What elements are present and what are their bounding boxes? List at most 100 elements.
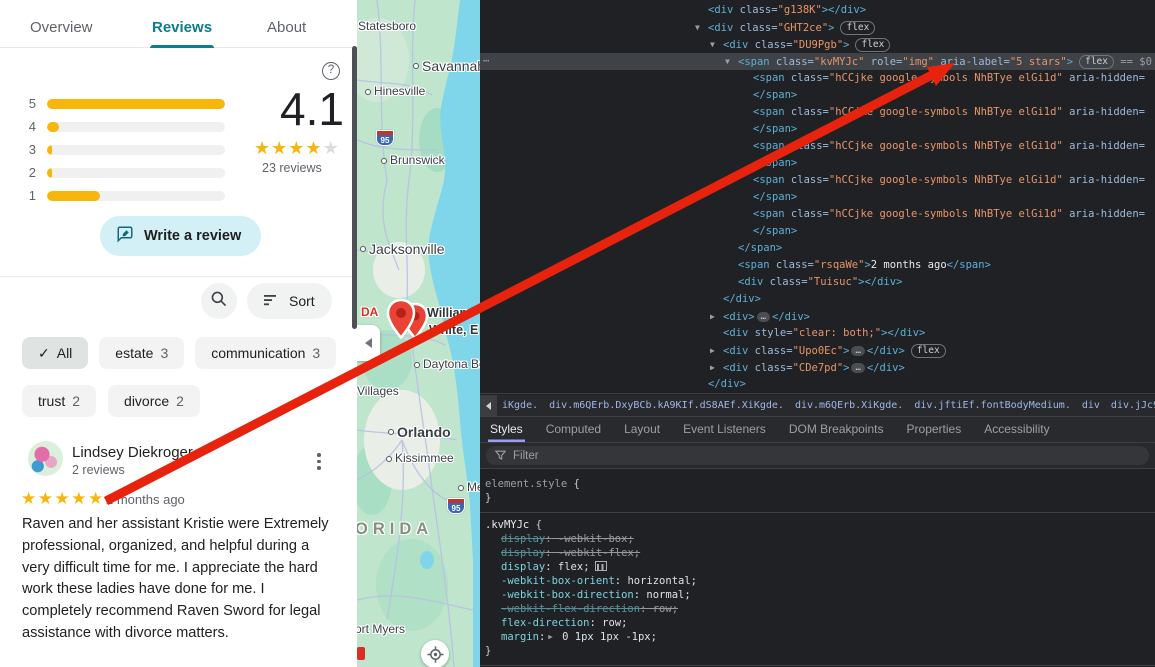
- reviewer-avatar[interactable]: [28, 441, 63, 476]
- funnel-icon: [495, 450, 506, 461]
- elements-tree-row[interactable]: <div class="g138K"></div>: [480, 2, 1155, 19]
- rating-score: 4.1: [280, 82, 344, 136]
- css-declaration[interactable]: -webkit-box-orient: horizontal;: [480, 574, 1155, 588]
- elements-tree-row[interactable]: <span class="hCCjke google-symbols NhBTy…: [480, 206, 1155, 223]
- histogram-row[interactable]: 5: [22, 92, 225, 115]
- chevron-left-icon: [365, 338, 372, 348]
- elements-tree-row[interactable]: ▶<div class="CDe7pd">…</div>: [480, 359, 1155, 376]
- breadcrumb-item[interactable]: iKgde.: [502, 400, 538, 411]
- elements-tree[interactable]: <div class="g138K"></div>▼<div class="GH…: [480, 0, 1155, 394]
- elements-tree-row[interactable]: </span>: [480, 189, 1155, 206]
- map-label: Villages: [357, 384, 399, 398]
- review-menu-button[interactable]: [315, 451, 323, 472]
- styles-filter-bar: Filter: [480, 443, 1155, 469]
- chevron-left-icon: [486, 402, 491, 410]
- css-declaration[interactable]: -webkit-box-direction: normal;: [480, 588, 1155, 602]
- interstate-95-shield: 95: [376, 130, 394, 146]
- map-label: Kissimmee: [395, 451, 454, 465]
- devtools-panel: <div class="g138K"></div>▼<div class="GH…: [480, 0, 1155, 667]
- histogram-row[interactable]: 3: [22, 138, 225, 161]
- css-declaration[interactable]: display: flex;: [480, 560, 1155, 574]
- devtools-tab-properties[interactable]: Properties: [905, 417, 964, 442]
- elements-tree-row[interactable]: </div>: [480, 376, 1155, 393]
- elements-tree-row[interactable]: </span>: [480, 223, 1155, 240]
- map-label: Melbourne: [467, 480, 480, 494]
- breadcrumb-item[interactable]: div.jJc9Ad.: [1111, 400, 1155, 411]
- tab-reviews[interactable]: Reviews: [152, 19, 212, 36]
- devtools-tab-accessibility[interactable]: Accessibility: [982, 417, 1051, 442]
- flex-editor-icon[interactable]: [595, 561, 607, 571]
- write-review-button[interactable]: Write a review: [100, 216, 261, 256]
- breadcrumb-item[interactable]: div.m6QErb.DxyBCb.kA9KIf.dS8AEf.XiKgde.: [549, 400, 784, 411]
- devtools-tab-styles[interactable]: Styles: [488, 417, 525, 442]
- elements-tree-row[interactable]: ▶<div class="Upo0Ec">…</div>flex: [480, 342, 1155, 359]
- breadcrumb-item[interactable]: div: [1082, 400, 1100, 411]
- active-tab-underline: [150, 45, 214, 48]
- breadcrumb-item[interactable]: div.m6QErb.XiKgde.: [795, 400, 903, 411]
- collapse-panel-button[interactable]: [357, 325, 380, 361]
- reviewer-meta: 2 reviews: [72, 463, 125, 477]
- elements-tree-row[interactable]: </span>: [480, 121, 1155, 138]
- map-label: Brunswick: [390, 153, 445, 167]
- filter-chip-trust[interactable]: trust2: [22, 385, 96, 417]
- my-location-button[interactable]: [421, 640, 449, 667]
- css-declaration[interactable]: display: -webkit-box;: [480, 532, 1155, 546]
- rate-review-icon: [116, 225, 134, 247]
- filter-chip-divorce[interactable]: divorce2: [108, 385, 200, 417]
- tab-overview[interactable]: Overview: [30, 19, 93, 36]
- devtools-tab-event-listeners[interactable]: Event Listeners: [681, 417, 768, 442]
- elements-tree-row[interactable]: </div>: [480, 291, 1155, 308]
- rating-histogram: 54321: [22, 92, 225, 207]
- elements-tree-row[interactable]: <span class="hCCjke google-symbols NhBTy…: [480, 104, 1155, 121]
- map-canvas[interactable]: StatesboroSavannahHinesvilleBrunswickJac…: [357, 0, 480, 667]
- review-age: 2 months ago: [106, 492, 185, 507]
- histogram-row[interactable]: 1: [22, 184, 225, 207]
- elements-tree-row[interactable]: ▶<div>…</div>: [480, 308, 1155, 325]
- filter-chip-estate[interactable]: estate3: [99, 337, 184, 369]
- interstate-95-shield: 95: [447, 498, 465, 514]
- reviewer-name[interactable]: Lindsey Diekroger: [72, 444, 193, 461]
- elements-tree-row[interactable]: <span class="hCCjke google-symbols NhBTy…: [480, 70, 1155, 87]
- help-icon[interactable]: ?: [322, 62, 340, 80]
- histogram-row[interactable]: 4: [22, 115, 225, 138]
- styles-pane[interactable]: element.style {}.kvMYJc {display: -webki…: [480, 469, 1155, 667]
- css-declaration[interactable]: flex-direction: row;: [480, 616, 1155, 630]
- map-label: ort Myers: [357, 622, 405, 636]
- rating-stars: ★★★★★: [254, 138, 340, 159]
- elements-tree-row[interactable]: ▼<div class="GHT2ce">flex: [480, 19, 1155, 36]
- map-label: Statesboro: [358, 19, 416, 33]
- breadcrumb-scroll-left[interactable]: [480, 395, 497, 417]
- elements-tree-row[interactable]: <span class="hCCjke google-symbols NhBTy…: [480, 138, 1155, 155]
- filter-chip-communication[interactable]: communication3: [195, 337, 336, 369]
- review-stars: ★★★★★: [21, 489, 105, 509]
- css-declaration[interactable]: display: -webkit-flex;: [480, 546, 1155, 560]
- search-reviews-button[interactable]: [201, 283, 237, 319]
- elements-tree-row[interactable]: <span class="hCCjke google-symbols NhBTy…: [480, 172, 1155, 189]
- map-label: Savannah: [422, 58, 480, 74]
- devtools-tab-layout[interactable]: Layout: [622, 417, 662, 442]
- devtools-tab-dom-breakpoints[interactable]: DOM Breakpoints: [787, 417, 886, 442]
- css-declaration[interactable]: -webkit-flex-direction: row;: [480, 602, 1155, 616]
- elements-tree-row[interactable]: <div style="clear: both;"></div>: [480, 325, 1155, 342]
- sort-button[interactable]: Sort: [247, 283, 332, 319]
- panel-scrollbar[interactable]: [352, 46, 357, 329]
- filter-chip-all[interactable]: ✓All: [22, 337, 88, 369]
- styles-filter-input[interactable]: Filter: [486, 446, 1149, 465]
- css-declaration[interactable]: margin:▶ 0 1px 1px -1px;: [480, 630, 1155, 644]
- histogram-row[interactable]: 2: [22, 161, 225, 184]
- reviews-count[interactable]: 23 reviews: [262, 161, 322, 175]
- elements-tree-row[interactable]: ⋯▼<span class="kvMYJc" role="img" aria-l…: [480, 53, 1155, 70]
- tab-about[interactable]: About: [267, 19, 306, 36]
- elements-tree-row[interactable]: <div class="Tuisuc"></div>: [480, 274, 1155, 291]
- filter-chips-row2: trust2 divorce2: [22, 385, 200, 417]
- elements-tree-row[interactable]: </span>: [480, 155, 1155, 172]
- elements-tree-row[interactable]: </span>: [480, 87, 1155, 104]
- elements-tree-row[interactable]: </span>: [480, 240, 1155, 257]
- section-divider: [0, 276, 357, 277]
- map-label: White, E: [429, 323, 478, 337]
- breadcrumb-item[interactable]: div.jftiEf.fontBodyMedium.: [914, 400, 1071, 411]
- devtools-tab-computed[interactable]: Computed: [544, 417, 603, 442]
- elements-tree-row[interactable]: <span class="rsqaWe">2 months ago</span>: [480, 257, 1155, 274]
- map-pin-cluster[interactable]: [382, 296, 430, 361]
- elements-tree-row[interactable]: ▼<div class="DU9Pgb">flex: [480, 36, 1155, 53]
